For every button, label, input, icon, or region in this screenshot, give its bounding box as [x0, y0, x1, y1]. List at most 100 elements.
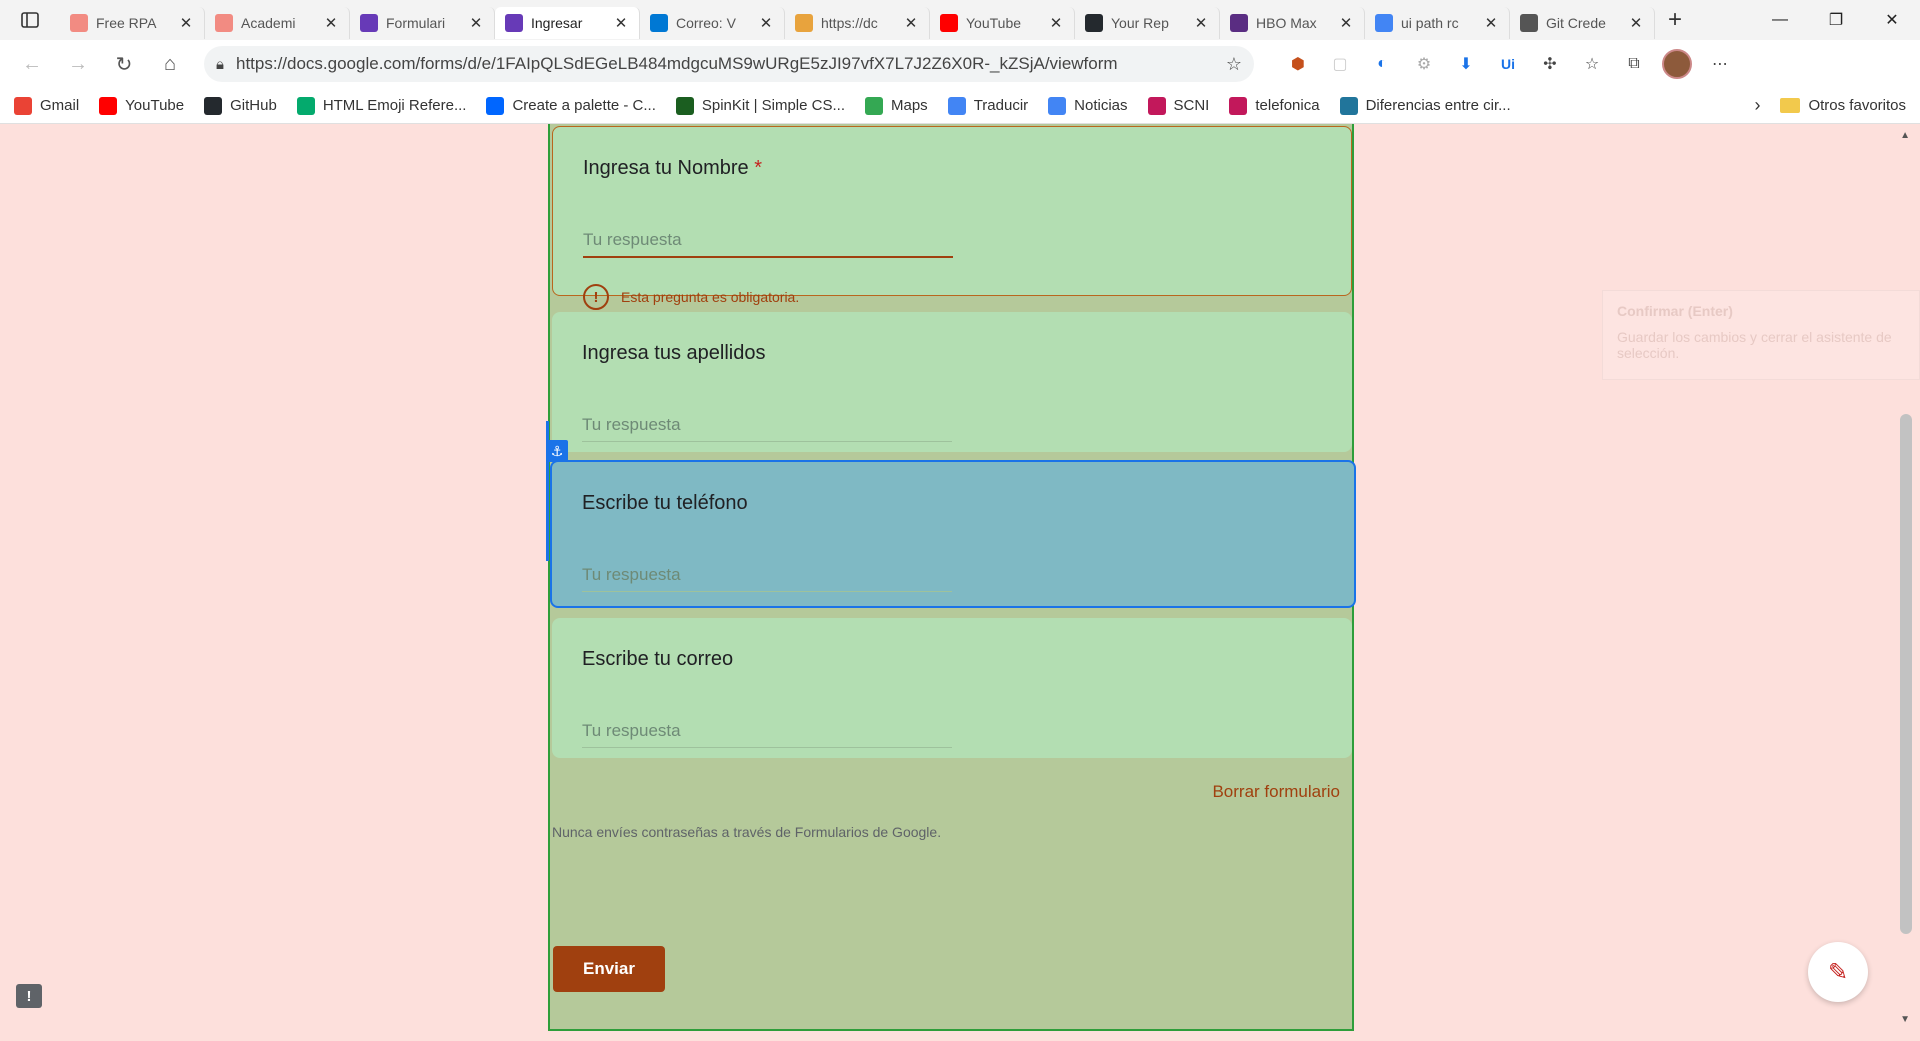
browser-tab[interactable]: YouTube ✕ [930, 7, 1075, 39]
close-tab-icon[interactable]: ✕ [613, 14, 629, 32]
bookmark-label: Diferencias entre cir... [1365, 97, 1511, 114]
close-tab-icon[interactable]: ✕ [1483, 14, 1499, 32]
tab-title: YouTube [966, 15, 1022, 31]
error-text: Esta pregunta es obligatoria. [621, 289, 800, 305]
close-window-button[interactable]: ✕ [1864, 0, 1920, 40]
forward-button[interactable]: → [58, 46, 98, 82]
extension-vpn-icon[interactable]: ◐ [1368, 50, 1396, 78]
tooltip-body: Guardar los cambios y cerrar el asistent… [1617, 329, 1892, 361]
apellidos-input[interactable]: Tu respuesta [582, 415, 952, 442]
bookmark-item[interactable]: Gmail [14, 96, 79, 115]
extension-gear-icon[interactable]: ⚙ [1410, 50, 1438, 78]
w3schools-icon [296, 96, 315, 115]
anchor-icon[interactable]: ⚓︎ [546, 440, 568, 462]
close-tab-icon[interactable]: ✕ [468, 14, 484, 32]
error-message: ! Esta pregunta es obligatoria. [583, 284, 1321, 310]
extension-blank-icon[interactable]: ▢ [1326, 50, 1354, 78]
tab-title: Ingresar [531, 15, 583, 31]
scroll-down-arrow-icon[interactable]: ▼ [1900, 1014, 1910, 1025]
other-favorites-folder[interactable]: Otros favoritos [1780, 97, 1906, 114]
close-tab-icon[interactable]: ✕ [178, 14, 194, 32]
selection-tooltip: Confirmar (Enter) Guardar los cambios y … [1602, 290, 1920, 380]
bookmark-item[interactable]: Diferencias entre cir... [1339, 96, 1511, 115]
tab-title: Academi [241, 15, 296, 31]
minimize-button[interactable]: — [1752, 0, 1808, 40]
new-tab-button[interactable]: + [1655, 4, 1695, 36]
download-icon[interactable]: ⬇ [1452, 50, 1480, 78]
document-icon [1520, 14, 1538, 32]
browser-tab[interactable]: Free RPA ✕ [60, 7, 205, 39]
bookmark-item[interactable]: Noticias [1048, 96, 1128, 115]
google-forms-icon [505, 14, 523, 32]
reload-button[interactable]: ↻ [104, 46, 144, 82]
telefono-input[interactable]: Tu respuesta [582, 565, 952, 592]
edit-fab-button[interactable]: ✎ [1808, 942, 1868, 1002]
bookmark-item[interactable]: SCNI [1147, 96, 1209, 115]
coolors-icon [486, 96, 505, 115]
feedback-icon[interactable]: ! [16, 984, 42, 1008]
browser-tab[interactable]: HBO Max ✕ [1220, 7, 1365, 39]
tab-actions-button[interactable] [0, 0, 60, 40]
close-tab-icon[interactable]: ✕ [903, 14, 919, 32]
nombre-input[interactable]: Tu respuesta [583, 230, 953, 258]
tab-title: Your Rep [1111, 15, 1169, 31]
clear-form-link[interactable]: Borrar formulario [1212, 782, 1340, 802]
bookmark-item[interactable]: HTML Emoji Refere... [296, 96, 466, 115]
close-tab-icon[interactable]: ✕ [1338, 14, 1354, 32]
page-scrollbar[interactable]: ▲ ▼ [1900, 124, 1916, 1041]
url-text[interactable]: https://docs.google.com/forms/d/e/1FAIpQ… [236, 54, 1214, 74]
more-menu-icon[interactable]: ⋯ [1706, 50, 1734, 78]
bookmark-label: telefonica [1255, 97, 1320, 114]
question-card-apellidos: Ingresa tus apellidos Tu respuesta [552, 312, 1352, 452]
profile-avatar[interactable] [1662, 49, 1692, 79]
arrow-right-icon: → [68, 52, 88, 75]
bookmarks-overflow-chevron-icon[interactable]: › [1754, 95, 1760, 116]
favorites-icon[interactable]: ☆ [1578, 50, 1606, 78]
bookmarks-list: Gmail YouTube GitHub HTML Emoji Refere... Cr… [14, 96, 1511, 115]
close-tab-icon[interactable]: ✕ [1193, 14, 1209, 32]
bookmark-item[interactable]: telefonica [1229, 96, 1320, 115]
bookmark-item[interactable]: Create a palette - C... [486, 96, 656, 115]
scroll-up-arrow-icon[interactable]: ▲ [1900, 130, 1910, 141]
tab-title: HBO Max [1256, 15, 1317, 31]
extensions-puzzle-icon[interactable]: ✣ [1536, 50, 1564, 78]
add-favorite-icon[interactable]: ☆ [1226, 54, 1242, 75]
error-icon: ! [583, 284, 609, 310]
home-button[interactable]: ⌂ [150, 46, 190, 82]
close-tab-icon[interactable]: ✕ [323, 14, 339, 32]
collections-icon[interactable]: ⧉ [1620, 50, 1648, 78]
submit-button[interactable]: Enviar [553, 946, 665, 992]
question-title-text: Ingresa tu Nombre [583, 157, 749, 179]
question-card-telefono[interactable]: Escribe tu teléfono Tu respuesta [550, 460, 1356, 608]
bookmark-item[interactable]: Maps [865, 96, 928, 115]
address-bar[interactable]: 🔒︎ https://docs.google.com/forms/d/e/1FA… [204, 46, 1254, 82]
browser-tab[interactable]: Academi ✕ [205, 7, 350, 39]
close-tab-icon[interactable]: ✕ [758, 14, 774, 32]
maps-icon [865, 96, 883, 115]
bookmark-item[interactable]: GitHub [204, 96, 277, 115]
question-card-correo: Escribe tu correo Tu respuesta [552, 618, 1352, 758]
browser-tab[interactable]: https://dc ✕ [785, 7, 930, 39]
browser-tab[interactable]: Git Crede ✕ [1510, 7, 1655, 39]
restore-button[interactable]: ❐ [1808, 0, 1864, 40]
close-tab-icon[interactable]: ✕ [1628, 14, 1644, 32]
form-column: Ingresa tu Nombre * Tu respuesta ! Esta … [548, 124, 1356, 1031]
extension-shield-icon[interactable]: ⬢ [1284, 50, 1312, 78]
browser-tab[interactable]: Ingresar ✕ [495, 7, 640, 39]
scroll-thumb[interactable] [1900, 414, 1912, 934]
browser-tab[interactable]: Correo: V ✕ [640, 7, 785, 39]
browser-tab[interactable]: ui path rc ✕ [1365, 7, 1510, 39]
close-tab-icon[interactable]: ✕ [1048, 14, 1064, 32]
uipath-icon [70, 14, 88, 32]
bookmark-item[interactable]: SpinKit | Simple CS... [675, 96, 845, 115]
bookmark-item[interactable]: Traducir [947, 96, 1028, 115]
outlook-icon [650, 14, 668, 32]
browser-tab[interactable]: Formulari ✕ [350, 7, 495, 39]
youtube-icon [940, 14, 958, 32]
browser-tab[interactable]: Your Rep ✕ [1075, 7, 1220, 39]
correo-input[interactable]: Tu respuesta [582, 721, 952, 748]
arrow-left-icon: ← [22, 52, 42, 75]
bookmark-item[interactable]: YouTube [99, 96, 184, 115]
back-button[interactable]: ← [12, 46, 52, 82]
uipath-extension-icon[interactable]: Ui [1494, 50, 1522, 78]
